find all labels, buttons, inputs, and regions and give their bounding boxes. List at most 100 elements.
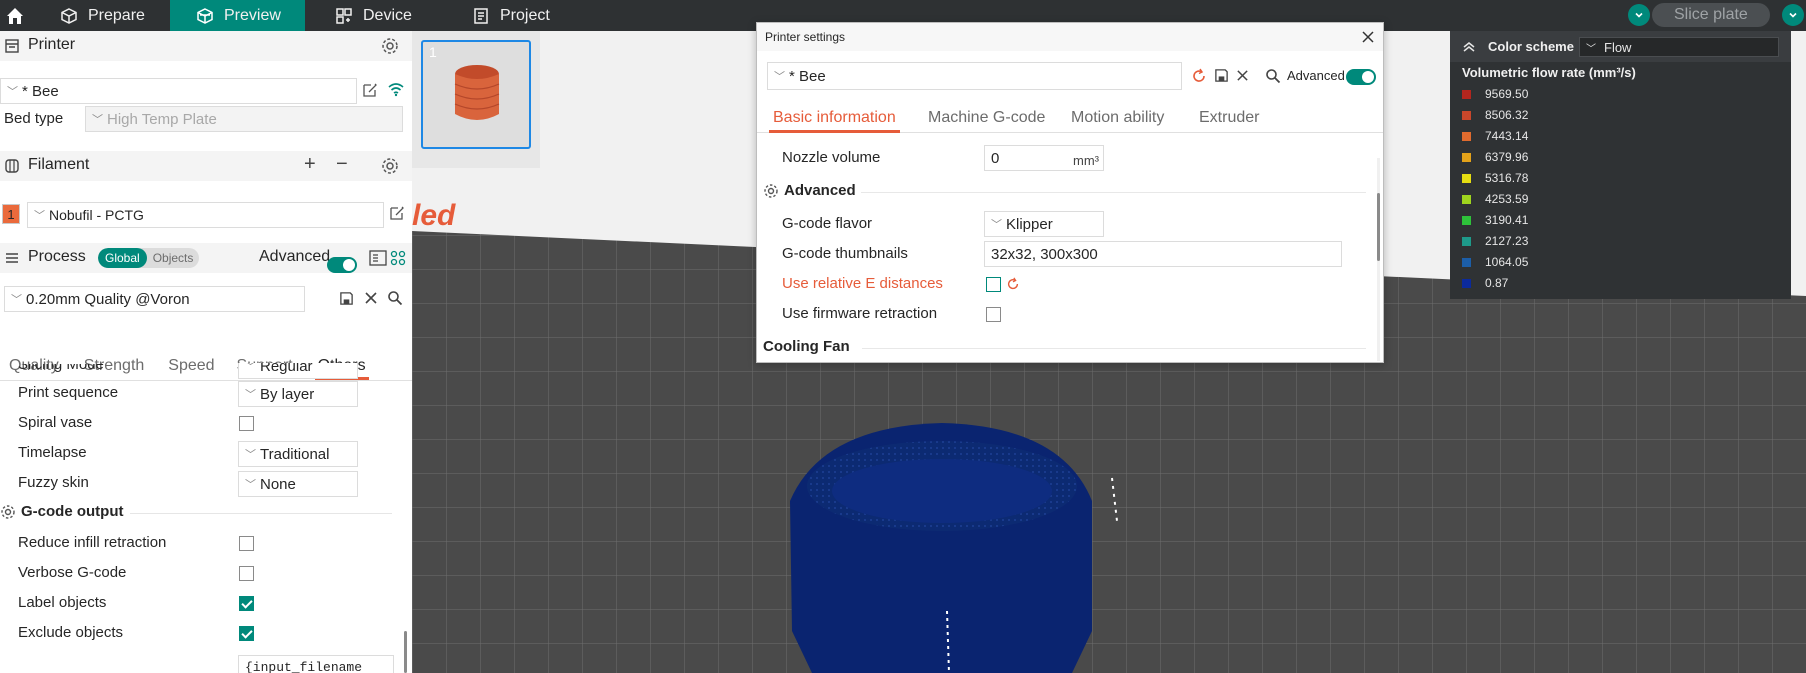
tab-project[interactable]: Project [462, 0, 582, 31]
edit-icon[interactable] [362, 82, 378, 98]
process-advanced-label: Advanced [259, 248, 331, 265]
chevron-up-icon[interactable] [1462, 41, 1476, 53]
gcode-flavor-select[interactable]: ﹀ Klipper [984, 211, 1104, 237]
search-icon[interactable] [1265, 68, 1281, 84]
nozzle-volume-input[interactable]: 0 mm³ [984, 145, 1104, 171]
scope-global[interactable]: Global [98, 248, 147, 268]
bed-type-label: Bed type [4, 110, 64, 127]
legend-value: 6379.96 [1485, 150, 1529, 164]
setting-label: Spiral vase [18, 414, 93, 431]
tab-motion-ability[interactable]: Motion ability [1071, 103, 1164, 133]
verbose-gcode-checkbox[interactable] [239, 566, 254, 581]
save-icon[interactable] [1214, 68, 1229, 83]
close-icon[interactable] [1236, 69, 1249, 82]
firmware-retraction-label: Use firmware retraction [782, 305, 938, 322]
left-panel-scrollbar[interactable] [404, 631, 407, 673]
slice-dropdown-button[interactable] [1628, 4, 1650, 26]
chevron-down-icon: ﹀ [245, 389, 256, 401]
gcode-thumbnails-label: G-code thumbnails [782, 245, 908, 262]
setting-value: None [260, 475, 296, 493]
slice-group: Slice plate [1628, 2, 1804, 28]
remove-filament-button[interactable]: − [336, 153, 348, 176]
process-preset-select[interactable]: ﹀ 0.20mm Quality @Voron [4, 286, 305, 312]
add-filament-button[interactable]: + [304, 153, 316, 176]
slice-plate-button[interactable]: Slice plate [1652, 3, 1770, 27]
bed-type-select[interactable]: ﹀ High Temp Plate [85, 106, 403, 132]
tab-label: Project [500, 6, 550, 24]
legend-swatch [1462, 194, 1471, 204]
nozzle-volume-unit: mm³ [1073, 153, 1099, 168]
gear-icon[interactable] [381, 157, 399, 175]
print-sequence-select[interactable]: ﹀ By layer [238, 381, 358, 407]
scope-objects[interactable]: Objects [147, 251, 200, 265]
tab-prepare[interactable]: Prepare [50, 0, 170, 31]
legend-row: 2127.23 [1462, 233, 1528, 249]
gcode-thumbnails-input[interactable]: 32x32, 300x300 [984, 241, 1342, 267]
timelapse-select[interactable]: ﹀ Traditional [238, 441, 358, 467]
tab-basic-information[interactable]: Basic information [769, 103, 900, 133]
relative-e-checkbox[interactable] [986, 277, 1001, 292]
gear-icon[interactable] [381, 37, 399, 55]
legend-row: 3190.41 [1462, 212, 1528, 228]
exclude-objects-checkbox[interactable] [239, 626, 254, 641]
firmware-retraction-checkbox[interactable] [986, 307, 1001, 322]
save-icon[interactable] [339, 291, 354, 306]
setting-label: Exclude objects [18, 624, 124, 641]
printer-icon [5, 39, 19, 53]
process-advanced-toggle[interactable] [327, 257, 357, 273]
nozzle-volume-label: Nozzle volume [782, 149, 881, 166]
plate-thumbnail-model [454, 65, 500, 120]
export-dropdown-button[interactable] [1781, 4, 1804, 26]
reset-icon[interactable] [1191, 68, 1207, 84]
dialog-printer-preset-select[interactable]: ﹀ * Bee [767, 62, 1182, 90]
close-icon[interactable] [1362, 31, 1374, 43]
spiral-vase-checkbox[interactable] [239, 416, 254, 431]
legend-row: 0.87 [1462, 275, 1508, 291]
dialog-advanced-toggle[interactable] [1346, 69, 1376, 85]
compare-icon[interactable] [369, 250, 387, 266]
color-scheme-label: Color scheme [1488, 39, 1574, 54]
printer-preset-select[interactable]: ﹀ * Bee [0, 78, 357, 104]
chevron-down-icon: ﹀ [11, 294, 22, 306]
setting-label: Fuzzy skin [18, 474, 89, 491]
tab-label: Device [363, 6, 412, 24]
filament-slot-badge[interactable]: 1 [2, 204, 20, 224]
search-icon[interactable] [387, 290, 403, 306]
label-objects-checkbox[interactable] [239, 596, 254, 611]
legend-row: 8506.32 [1462, 107, 1528, 123]
filename-format-field[interactable]: {input_filename [238, 655, 394, 673]
reset-icon[interactable] [1006, 277, 1020, 291]
dialog-scrollbar-thumb[interactable] [1377, 193, 1380, 261]
gear-group-icon [764, 184, 778, 198]
edit-icon[interactable] [389, 205, 405, 221]
legend-row: 9569.50 [1462, 86, 1528, 102]
wifi-icon[interactable] [387, 81, 405, 97]
left-sidebar: Printer ﹀ * Bee Bed type ﹀ High Temp Pla… [0, 31, 412, 673]
reduce-infill-retraction-checkbox[interactable] [239, 536, 254, 551]
group-divider [862, 348, 1366, 349]
tab-device[interactable]: Device [325, 0, 445, 31]
tab-preview[interactable]: Preview [170, 0, 305, 31]
tab-machine-gcode[interactable]: Machine G-code [928, 103, 1045, 133]
process-scope-toggle[interactable]: Global Objects [98, 248, 200, 268]
legend-header: Color scheme ﹀ Flow [1450, 31, 1791, 62]
home-button[interactable] [0, 0, 30, 31]
plate-thumbnail[interactable]: 1 [421, 40, 531, 149]
legend-row: 5316.78 [1462, 170, 1528, 186]
home-icon [7, 7, 23, 24]
filament-select[interactable]: ﹀ Nobufil - PCTG [27, 202, 384, 228]
setting-label: Reduce infill retraction [18, 534, 167, 551]
setting-label: Verbose G-code [18, 564, 127, 581]
fuzzy-skin-select[interactable]: ﹀ None [238, 471, 358, 497]
setting-label: Label objects [18, 594, 107, 611]
color-scheme-select[interactable]: ﹀ Flow [1579, 37, 1779, 57]
close-icon[interactable] [364, 291, 378, 305]
tab-extruder[interactable]: Extruder [1199, 103, 1259, 133]
legend-swatch [1462, 110, 1471, 120]
filament-value: Nobufil - PCTG [49, 207, 144, 223]
chevron-down-icon: ﹀ [245, 449, 256, 461]
plugin-icon[interactable] [390, 250, 406, 266]
legend-row: 7443.14 [1462, 128, 1528, 144]
chevron-down-icon: ﹀ [991, 219, 1002, 231]
tab-speed[interactable]: Speed [159, 352, 223, 380]
